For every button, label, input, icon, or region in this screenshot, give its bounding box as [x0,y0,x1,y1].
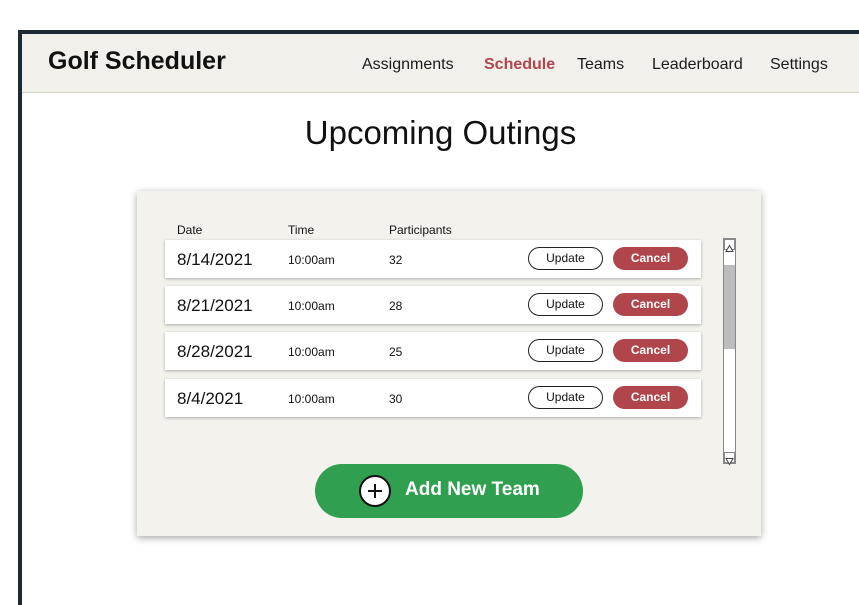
update-button[interactable]: Update [528,247,603,270]
row-date: 8/28/2021 [177,342,253,361]
column-header-time: Time [288,223,315,237]
plus-circle-icon [359,475,391,507]
row-time: 10:00am [288,345,335,359]
add-button-label: Add New Team [405,479,540,500]
outing-row: 8/4/2021 10:00am 30 Update Cancel [165,379,701,417]
cancel-button[interactable]: Cancel [613,339,688,362]
outing-row: 8/28/2021 10:00am 25 Update Cancel [165,332,701,370]
add-new-team-button[interactable]: Add New Team [315,464,583,518]
scroll-up-icon[interactable] [724,239,735,252]
top-bar: Golf Scheduler Assignments Schedule Team… [22,34,859,93]
row-time: 10:00am [288,253,335,267]
row-time: 10:00am [288,299,335,313]
nav-schedule[interactable]: Schedule [484,56,555,74]
cancel-button[interactable]: Cancel [613,386,688,409]
nav-teams[interactable]: Teams [577,56,624,74]
nav-leaderboard[interactable]: Leaderboard [652,56,743,74]
row-date: 8/4/2021 [177,389,244,408]
row-participants: 28 [389,299,403,313]
update-button[interactable]: Update [528,339,603,362]
scroll-down-icon[interactable] [724,452,735,466]
row-date: 8/21/2021 [177,296,253,315]
app-title: Golf Scheduler [48,47,226,75]
outing-row: 8/14/2021 10:00am 32 Update Cancel [165,240,701,278]
scrollbar[interactable] [723,238,736,466]
column-header-date: Date [177,223,203,237]
nav-settings[interactable]: Settings [770,56,828,74]
outings-panel: Date Time Participants 8/14/2021 10:00am… [137,191,761,536]
outing-row: 8/21/2021 10:00am 28 Update Cancel [165,286,701,324]
row-participants: 30 [389,392,403,406]
page-title: Upcoming Outings [304,114,577,151]
update-button[interactable]: Update [528,293,603,316]
cancel-button[interactable]: Cancel [613,293,688,316]
row-participants: 32 [389,253,403,267]
update-button[interactable]: Update [528,386,603,409]
row-time: 10:00am [288,392,335,406]
row-participants: 25 [389,345,403,359]
app-window: Golf Scheduler Assignments Schedule Team… [18,30,859,605]
row-date: 8/14/2021 [177,250,253,269]
cancel-button[interactable]: Cancel [613,247,688,270]
scroll-thumb[interactable] [724,265,735,349]
nav-assignments[interactable]: Assignments [362,56,454,74]
column-header-participants: Participants [389,223,452,237]
